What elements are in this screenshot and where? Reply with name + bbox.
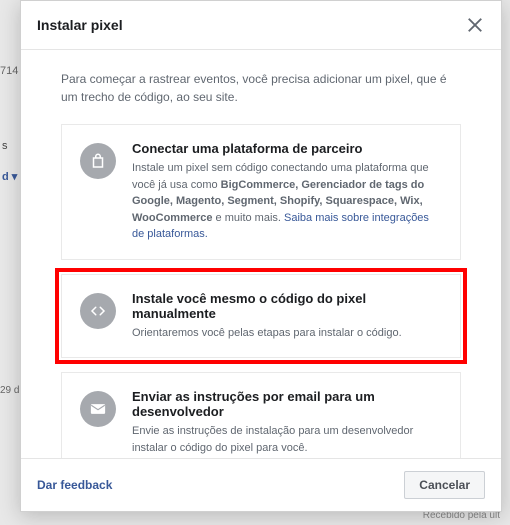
modal-footer: Dar feedback Cancelar: [21, 458, 501, 511]
modal-header: Instalar pixel: [21, 1, 501, 50]
option-email-developer[interactable]: Enviar as instruções por email para um d…: [61, 372, 461, 458]
option-manual-install[interactable]: Instale você mesmo o código do pixel man…: [61, 274, 461, 359]
option-text: Enviar as instruções por email para um d…: [132, 389, 442, 456]
modal-title: Instalar pixel: [37, 17, 123, 33]
modal-body: Para começar a rastrear eventos, você pr…: [21, 50, 501, 458]
cancel-button[interactable]: Cancelar: [404, 471, 485, 499]
bg-text: 714: [0, 65, 18, 77]
feedback-link[interactable]: Dar feedback: [37, 478, 112, 492]
bg-text: 29 d: [0, 385, 19, 396]
option-text: Conectar uma plataforma de parceiro Inst…: [132, 141, 442, 243]
close-button[interactable]: [465, 15, 485, 35]
option-text: Instale você mesmo o código do pixel man…: [132, 291, 442, 342]
option-title: Instale você mesmo o código do pixel man…: [132, 291, 442, 321]
code-icon: [80, 293, 116, 329]
desc-suffix: e muito mais.: [212, 212, 284, 224]
bag-icon: [80, 143, 116, 179]
option-title: Conectar uma plataforma de parceiro: [132, 141, 442, 156]
mail-icon: [80, 391, 116, 427]
install-pixel-modal: Instalar pixel Para começar a rastrear e…: [20, 0, 502, 512]
option-desc: Instale um pixel sem código conectando u…: [132, 160, 442, 243]
option-desc: Envie as instruções de instalação para u…: [132, 423, 442, 456]
option-desc: Orientaremos você pelas etapas para inst…: [132, 325, 442, 342]
option-title: Enviar as instruções por email para um d…: [132, 389, 442, 419]
close-icon: [465, 15, 485, 35]
intro-text: Para começar a rastrear eventos, você pr…: [61, 70, 461, 106]
bg-text: d ▾: [2, 170, 17, 183]
option-partner-platform[interactable]: Conectar uma plataforma de parceiro Inst…: [61, 124, 461, 260]
bg-text: s: [2, 140, 8, 152]
